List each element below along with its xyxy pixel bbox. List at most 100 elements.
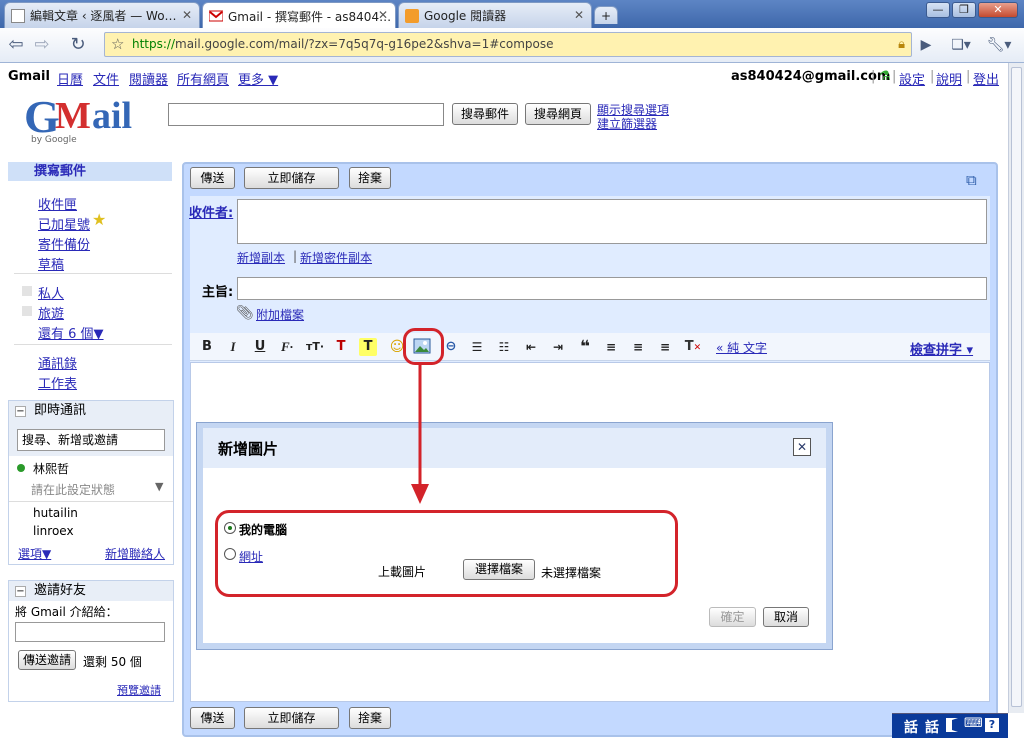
close-tab-icon[interactable]: ✕ — [574, 8, 584, 22]
settings-link[interactable]: 設定 — [899, 69, 925, 88]
search-mail-button[interactable]: 搜尋郵件 — [452, 103, 518, 125]
new-tab-button[interactable]: + — [594, 6, 618, 24]
send-button[interactable]: 傳送 — [190, 167, 235, 189]
italic-icon[interactable]: I — [224, 338, 242, 356]
topnav-web[interactable]: 所有網頁 — [177, 69, 229, 88]
tab-google-reader[interactable]: Google 閱讀器 ✕ — [398, 2, 592, 28]
chat-options-link[interactable]: 選項▼ — [18, 545, 51, 562]
sidebar-label-travel[interactable]: 旅遊 — [38, 303, 64, 322]
sidebar-item-drafts[interactable]: 草稿 — [38, 254, 64, 273]
invite-email-input[interactable] — [15, 622, 165, 642]
align-left-icon[interactable]: ≡ — [602, 338, 620, 356]
close-window-button[interactable]: ✕ — [978, 2, 1018, 18]
more-labels-link[interactable]: 還有 6 個▼ — [38, 323, 104, 342]
font-icon[interactable]: F· — [277, 338, 297, 356]
sidebar-item-starred[interactable]: 已加星號 — [38, 214, 90, 233]
compose-link[interactable]: 撰寫郵件 — [8, 162, 172, 181]
indent-icon[interactable]: ⇥ — [549, 338, 567, 356]
ime-mode-icon[interactable]: 話 — [904, 717, 918, 737]
chat-search-input[interactable]: 搜尋、新增或邀請 — [17, 429, 165, 451]
maximize-button[interactable]: ❐ — [952, 2, 976, 18]
align-right-icon[interactable]: ≡ — [656, 338, 674, 356]
create-filter-link[interactable]: 建立篩選器 — [597, 115, 657, 132]
chat-status-input[interactable]: 請在此設定狀態 — [31, 481, 115, 498]
gmail-logo[interactable]: G M ail by Google — [24, 90, 154, 148]
tasks-link[interactable]: 工作表 — [38, 373, 77, 392]
bookmark-star-icon[interactable]: ☆ — [111, 33, 124, 56]
close-tab-icon[interactable]: ✕ — [182, 8, 192, 22]
close-icon[interactable]: ✕ — [793, 438, 811, 456]
topnav-more[interactable]: 更多 ▼ — [238, 69, 278, 88]
scrollbar-thumb[interactable] — [1011, 67, 1022, 707]
reload-icon[interactable]: ↻ — [66, 33, 90, 57]
lock-icon[interactable]: 🔒︎ — [898, 33, 905, 56]
mail-search-input[interactable] — [168, 103, 444, 126]
spellcheck-link[interactable]: 檢查拼字 ▾ — [910, 339, 973, 358]
back-icon[interactable]: ⇦ — [4, 33, 28, 57]
wrench-menu-icon[interactable]: 🔧︎▾ — [984, 33, 1014, 57]
chevron-down-icon[interactable]: ▼ — [155, 480, 163, 493]
to-field[interactable] — [237, 199, 987, 244]
preview-invite-link[interactable]: 預覽邀請 — [117, 682, 161, 698]
logo-m: M — [55, 95, 91, 137]
ok-button[interactable]: 確定 — [709, 607, 756, 627]
vertical-scrollbar[interactable] — [1008, 63, 1024, 713]
popout-icon[interactable]: ⧉ — [966, 171, 977, 189]
chat-contact[interactable]: hutailin — [33, 506, 78, 520]
keyboard-icon[interactable]: ⌨ — [964, 716, 983, 731]
minimize-button[interactable]: — — [926, 2, 950, 18]
remove-formatting-icon[interactable]: T✕ — [684, 338, 702, 356]
collapse-icon[interactable]: − — [15, 585, 26, 597]
labs-icon[interactable]: ⚗ — [879, 69, 891, 84]
save-now-button[interactable]: 立即儲存 — [244, 167, 339, 189]
collapse-icon[interactable]: − — [15, 405, 26, 417]
ime-mode-icon[interactable]: 話 — [925, 717, 939, 737]
add-bcc-link[interactable]: 新增密件副本 — [300, 249, 372, 266]
send-button-bottom[interactable]: 傳送 — [190, 707, 235, 729]
discard-button-bottom[interactable]: 捨棄 — [349, 707, 391, 729]
font-size-icon[interactable]: тT· — [304, 338, 326, 356]
bulleted-list-icon[interactable]: ☷ — [495, 338, 513, 356]
outdent-icon[interactable]: ⇤ — [522, 338, 540, 356]
to-label[interactable]: 收件者: — [189, 202, 233, 221]
window-icon[interactable] — [946, 718, 958, 732]
save-now-button-bottom[interactable]: 立即儲存 — [244, 707, 339, 729]
text-color-icon[interactable]: T — [332, 338, 350, 356]
help-link[interactable]: 說明 — [936, 69, 962, 88]
topnav-docs[interactable]: 文件 — [93, 69, 119, 88]
topnav-reader[interactable]: 閱讀器 — [129, 69, 168, 88]
sidebar-item-sent[interactable]: 寄件備份 — [38, 234, 90, 253]
close-tab-icon[interactable]: ✕ — [378, 8, 388, 22]
help-icon[interactable]: ? — [985, 718, 999, 732]
quote-icon[interactable]: ❝ — [576, 338, 594, 356]
align-center-icon[interactable]: ≡ — [629, 338, 647, 356]
signout-link[interactable]: 登出 — [973, 69, 999, 88]
page-action-icon[interactable]: ▶ — [914, 33, 938, 57]
highlight-insert-image — [403, 328, 444, 365]
plain-text-link[interactable]: « 純 文字 — [716, 339, 767, 356]
page-menu-icon[interactable]: ❑▾ — [946, 33, 976, 57]
discard-button[interactable]: 捨棄 — [349, 167, 391, 189]
tab-wordpress[interactable]: 編輯文章 ‹ 逐風者 — Wo… ✕ — [4, 2, 200, 28]
chat-contact[interactable]: linroex — [33, 524, 74, 538]
contacts-link[interactable]: 通訊錄 — [38, 353, 77, 372]
search-web-button[interactable]: 搜尋網頁 — [525, 103, 591, 125]
numbered-list-icon[interactable]: ☰ — [468, 338, 486, 356]
add-contact-link[interactable]: 新增聯絡人 — [105, 545, 165, 562]
sidebar-label-private[interactable]: 私人 — [38, 283, 64, 302]
forward-icon[interactable]: ⇨ — [30, 33, 54, 57]
highlight-color-icon[interactable]: T — [359, 338, 377, 356]
send-invite-button[interactable]: 傳送邀請 — [18, 650, 76, 670]
cancel-button[interactable]: 取消 — [763, 607, 809, 627]
topnav-calendar[interactable]: 日曆 — [57, 69, 83, 88]
address-bar[interactable]: ☆ https://mail.google.com/mail/?zx=7q5q7… — [104, 32, 912, 57]
sidebar-item-inbox[interactable]: 收件匣 — [38, 194, 77, 213]
add-cc-link[interactable]: 新增副本 — [237, 249, 285, 266]
bold-icon[interactable]: B — [198, 338, 216, 356]
star-icon: ★ — [92, 210, 107, 229]
underline-icon[interactable]: U — [251, 338, 269, 356]
tab-gmail[interactable]: Gmail - 撰寫郵件 - as8404… ✕ — [202, 2, 396, 29]
link-icon[interactable]: ⊖ — [442, 338, 460, 356]
attach-file-link[interactable]: 附加檔案 — [256, 306, 304, 323]
subject-field[interactable] — [237, 277, 987, 300]
